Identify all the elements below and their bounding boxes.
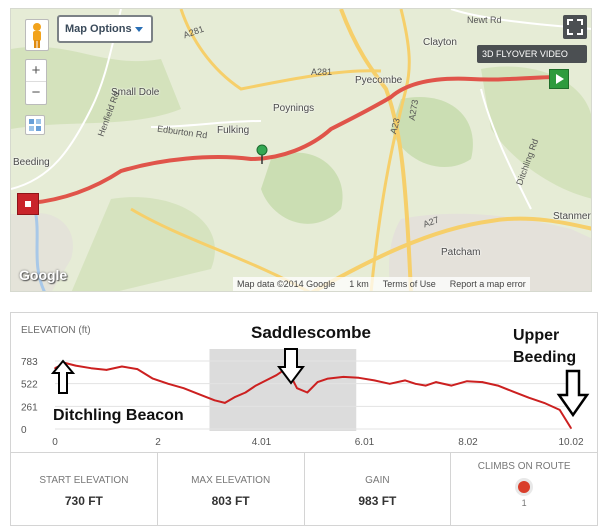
place-label: Stanmer — [553, 211, 591, 222]
elevation-point — [342, 376, 345, 378]
layers-icon[interactable] — [25, 115, 45, 135]
street-view-pegman-icon[interactable] — [25, 19, 49, 51]
elevation-point — [570, 427, 572, 429]
x-tick-label: 0 — [52, 437, 58, 448]
elevation-point — [497, 384, 499, 387]
place-label: Clayton — [423, 37, 457, 48]
y-tick-label: 783 — [21, 357, 38, 368]
elevation-point — [327, 377, 329, 380]
stats-row: START ELEVATION 730 FT MAX ELEVATION 803… — [10, 452, 598, 526]
scale-text: 1 km — [349, 279, 369, 289]
route-page: Small Dole Fulking Poynings Pyecombe Cla… — [0, 0, 604, 530]
elevation-point — [121, 365, 123, 368]
elevation-point — [512, 390, 515, 393]
x-tick-label: 10.02 — [558, 437, 583, 448]
elevation-point — [450, 384, 453, 387]
zoom-out-button[interactable]: − — [26, 82, 46, 104]
x-tick-label: 2 — [155, 437, 161, 448]
elevation-point — [198, 393, 200, 396]
place-label: Fulking — [217, 125, 250, 136]
stat-climbs[interactable]: CLIMBS ON ROUTE 1 — [451, 453, 597, 525]
place-label: Pyecombe — [355, 75, 403, 86]
x-tick-label: 6.01 — [355, 437, 375, 448]
elevation-point — [136, 368, 139, 370]
elevation-point — [74, 364, 77, 367]
elevation-point — [558, 409, 561, 411]
elevation-point — [388, 383, 391, 385]
elevation-point — [414, 383, 417, 385]
elevation-point — [234, 396, 237, 398]
elevation-point — [358, 376, 360, 379]
elevation-point — [90, 367, 92, 370]
terms-link[interactable]: Terms of Use — [383, 277, 436, 291]
stat-label: CLIMBS ON ROUTE — [477, 461, 571, 472]
fullscreen-icon[interactable] — [563, 15, 587, 39]
elevation-point — [167, 383, 170, 385]
road-label: Newt Rd — [467, 15, 502, 25]
elevation-point — [296, 387, 298, 389]
annotation-ditchling-beacon: Ditchling Beacon — [53, 407, 184, 424]
elevation-point — [316, 381, 319, 383]
elevation-point — [435, 381, 437, 383]
annotation-upper: Upper — [513, 327, 560, 344]
x-tick-label: 4.01 — [252, 437, 272, 448]
elevation-point — [285, 367, 288, 370]
place-label: Patcham — [441, 247, 481, 258]
y-tick-label: 0 — [21, 425, 27, 436]
map-options-label: Map Options — [65, 23, 132, 35]
route-map[interactable]: Small Dole Fulking Poynings Pyecombe Cla… — [10, 8, 592, 292]
stat-value: 1 — [521, 498, 527, 508]
stat-value: 983 FT — [358, 494, 397, 508]
y-tick-label: 261 — [21, 402, 38, 413]
road-label: A281 — [311, 67, 333, 77]
stat-start-elevation: START ELEVATION 730 FT — [11, 453, 158, 525]
stat-gain: GAIN 983 FT — [305, 453, 452, 525]
flyover-video-button[interactable]: 3D FLYOVER VIDEO — [477, 45, 587, 63]
map-options-dropdown[interactable]: Map Options — [57, 15, 153, 43]
elevation-panel: ELEVATION (ft) 783 522 261 0 0 2 4.01 6.01 8.02 1… — [10, 312, 598, 452]
y-tick-label: 522 — [21, 380, 38, 391]
x-tick-label: 8.02 — [458, 437, 478, 448]
elevation-point — [424, 384, 427, 387]
elevation-point — [543, 402, 546, 404]
elevation-point — [105, 369, 108, 371]
elevation-point — [152, 377, 154, 380]
elevation-point — [213, 399, 216, 402]
elevation-point — [527, 396, 530, 399]
annotation-saddlescombe: Saddlescombe — [251, 323, 371, 342]
place-label: Poynings — [273, 103, 315, 114]
report-link[interactable]: Report a map error — [450, 277, 526, 291]
map-pin-icon[interactable] — [255, 143, 269, 170]
stop-icon[interactable] — [17, 193, 39, 215]
annotation-beeding: Beeding — [513, 349, 577, 366]
elevation-point — [275, 374, 278, 376]
elevation-point — [54, 367, 56, 370]
map-data-text: Map data ©2014 Google — [237, 279, 336, 289]
elevation-point — [373, 379, 376, 382]
map-attribution: Map data ©2014 Google 1 km Terms of Use … — [233, 277, 530, 291]
elevation-point — [466, 380, 468, 383]
elevation-point — [265, 379, 267, 382]
elevation-point — [481, 381, 484, 383]
chevron-down-icon — [135, 27, 143, 32]
climb-category-icon — [515, 478, 534, 496]
stat-value: 730 FT — [64, 494, 103, 508]
play-icon[interactable] — [549, 69, 569, 89]
elevation-point — [306, 391, 309, 394]
zoom-control: + − — [25, 59, 47, 105]
stat-label: START ELEVATION — [39, 475, 129, 486]
stat-label: GAIN — [365, 475, 390, 486]
google-logo: Google — [19, 267, 68, 283]
stat-value: 803 FT — [211, 494, 250, 508]
elevation-point — [404, 379, 406, 382]
stat-max-elevation: MAX ELEVATION 803 FT — [158, 453, 305, 525]
elevation-point — [64, 362, 67, 364]
zoom-in-button[interactable]: + — [26, 60, 46, 82]
elevation-point — [182, 387, 185, 389]
elevation-point — [255, 384, 257, 387]
stat-label: MAX ELEVATION — [191, 475, 271, 486]
elevation-point — [224, 402, 226, 404]
elevation-point — [244, 391, 247, 394]
place-label: Beeding — [13, 157, 50, 168]
